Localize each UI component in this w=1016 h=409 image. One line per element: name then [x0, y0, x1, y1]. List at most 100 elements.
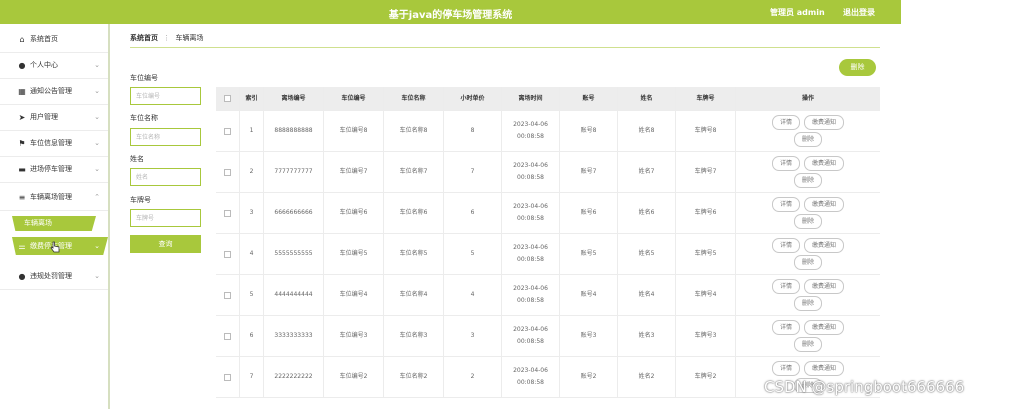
row-checkbox[interactable] [224, 127, 231, 135]
chevron-down-icon: ⌄ [94, 272, 100, 280]
table-row: 1 8888888888 车位编号8 车位名称8 8 2023-04-06 00:08:5… [216, 111, 880, 152]
detail-button[interactable]: 详情 [771, 361, 800, 376]
spot-no-input[interactable] [130, 87, 201, 105]
table-cell-time: 2023-04-06 00:08:58 [502, 152, 560, 192]
table-cell-name: 姓名3 [618, 316, 676, 356]
row-checkbox[interactable] [224, 209, 231, 217]
sidebar-item-personal-center[interactable]: ● 个人中心 ⌄ [0, 52, 108, 79]
table-cell-index: 3 [240, 193, 264, 233]
table-cell-spot-name: 车位名称8 [384, 111, 444, 151]
table-cell-account: 账号7 [560, 152, 618, 192]
chevron-up-icon: ⌃ [94, 193, 100, 201]
row-delete-button[interactable]: 删除 [793, 255, 822, 270]
detail-button[interactable]: 详情 [771, 115, 800, 130]
detail-button[interactable]: 详情 [771, 279, 800, 294]
row-checkbox[interactable] [224, 373, 231, 381]
table-cell-time: 2023-04-06 00:08:58 [502, 193, 560, 233]
table-cell-name: 姓名6 [618, 193, 676, 233]
logout-link[interactable]: 退出登录 [843, 7, 875, 18]
sidebar-item-label: 违规处罚管理 [30, 272, 72, 280]
plate-input[interactable] [130, 209, 201, 227]
table-cell-plate: 车牌号7 [676, 152, 736, 192]
person-icon: ● [18, 271, 26, 281]
table-cell-index: 4 [240, 234, 264, 274]
table-cell-price: 6 [444, 193, 502, 233]
row-checkbox[interactable] [224, 291, 231, 299]
column-header: 操作 [801, 94, 814, 102]
select-all-checkbox[interactable] [224, 95, 231, 102]
detail-button[interactable]: 详情 [771, 156, 800, 171]
table-cell-actions: 详情 缴费通知删除 [736, 275, 880, 315]
name-input[interactable] [130, 168, 201, 186]
row-checkbox[interactable] [224, 332, 231, 340]
sidebar-item-notice[interactable]: ▦ 通知公告管理 ⌄ [0, 78, 108, 105]
table-cell-name: 姓名8 [618, 111, 676, 151]
row-delete-button[interactable]: 删除 [793, 173, 822, 188]
payment-notice-button[interactable]: 缴费通知 [804, 320, 845, 335]
sidebar-item-users[interactable]: ➤ 用户管理 ⌄ [0, 104, 108, 131]
sidebar-item-label: 系统首页 [30, 35, 58, 43]
table-cell-name: 姓名2 [618, 357, 676, 397]
payment-notice-button[interactable]: 缴费通知 [804, 156, 845, 171]
row-delete-button[interactable]: 删除 [793, 132, 822, 147]
breadcrumb-divider [130, 47, 880, 48]
sidebar-subitem-exit[interactable]: 车辆离场 [12, 216, 96, 231]
row-checkbox-cell[interactable] [216, 357, 240, 397]
row-checkbox-cell[interactable] [216, 111, 240, 151]
table-cell-time: 2023-04-06 00:08:58 [502, 111, 560, 151]
app-title: 基于java的停车场管理系统 [388, 10, 513, 21]
row-checkbox-cell[interactable] [216, 275, 240, 315]
table-cell-account: 账号2 [560, 357, 618, 397]
sidebar-item-spots[interactable]: ⚑ 车位信息管理 ⌄ [0, 130, 108, 157]
row-checkbox-cell[interactable] [216, 316, 240, 356]
row-delete-button[interactable]: 删除 [793, 337, 822, 352]
action-group: 详情 缴费通知删除 [758, 197, 858, 229]
row-delete-button[interactable]: 删除 [793, 296, 822, 311]
table-cell-index: 5 [240, 275, 264, 315]
sidebar-item-label: 进场停车管理 [30, 165, 72, 173]
detail-button[interactable]: 详情 [771, 320, 800, 335]
row-checkbox[interactable] [224, 168, 231, 176]
row-delete-button[interactable]: 删除 [793, 214, 822, 229]
table-row: 2 7777777777 车位编号7 车位名称7 7 2023-04-06 00:08:5… [216, 152, 880, 193]
table-cell-code: 8888888888 [264, 111, 324, 151]
payment-notice-button[interactable]: 缴费通知 [804, 361, 845, 376]
table-cell-price: 5 [444, 234, 502, 274]
table-cell-index: 2 [240, 152, 264, 192]
payment-notice-button[interactable]: 缴费通知 [804, 115, 845, 130]
detail-button[interactable]: 详情 [771, 238, 800, 253]
top-header: 基于java的停车场管理系统 管理员 admin 退出登录 [0, 0, 901, 24]
table-cell-actions: 详情 缴费通知删除 [736, 152, 880, 192]
column-header: 索引 [240, 87, 264, 110]
search-button[interactable]: 查询 [130, 235, 201, 253]
sidebar-item-payment[interactable]: ⚌ 缴费停车管理 ⌄ [12, 237, 108, 255]
table-cell-spot-name: 车位名称4 [384, 275, 444, 315]
payment-notice-button[interactable]: 缴费通知 [804, 279, 845, 294]
sidebar-item-violation[interactable]: ● 违规处罚管理 ⌄ [0, 263, 108, 290]
sidebar-item-home[interactable]: ⌂ 系统首页 [0, 26, 108, 53]
column-header: 账号 [560, 87, 618, 110]
select-all-cell[interactable] [216, 87, 240, 110]
payment-notice-button[interactable]: 缴费通知 [804, 238, 845, 253]
spot-name-input[interactable] [130, 128, 201, 146]
action-group: 详情 缴费通知删除 [758, 320, 858, 352]
column-header: 车位名称 [384, 87, 444, 110]
row-checkbox-cell[interactable] [216, 152, 240, 192]
column-header: 车牌号 [676, 87, 736, 110]
table-row: 3 6666666666 车位编号6 车位名称6 6 2023-04-06 00:08:5… [216, 193, 880, 234]
home-icon: ⌂ [19, 34, 25, 44]
payment-notice-button[interactable]: 缴费通知 [804, 197, 845, 212]
table-cell-spot-name: 车位名称6 [384, 193, 444, 233]
breadcrumb-home[interactable]: 系统首页 [130, 34, 158, 42]
row-checkbox-cell[interactable] [216, 193, 240, 233]
table-cell-account: 账号5 [560, 234, 618, 274]
row-checkbox-cell[interactable] [216, 234, 240, 274]
delete-button[interactable]: 删除 [839, 59, 876, 76]
table-cell-plate: 车牌号2 [676, 357, 736, 397]
sidebar-item-entry[interactable]: ▬ 进场停车管理 ⌄ [0, 156, 108, 183]
row-checkbox[interactable] [224, 250, 231, 258]
column-header: 小时单价 [444, 87, 502, 110]
detail-button[interactable]: 详情 [771, 197, 800, 212]
sidebar-item-exit[interactable]: ≡ 车辆离场管理 ⌃ [0, 184, 108, 211]
sidebar-item-label: 通知公告管理 [30, 87, 72, 95]
